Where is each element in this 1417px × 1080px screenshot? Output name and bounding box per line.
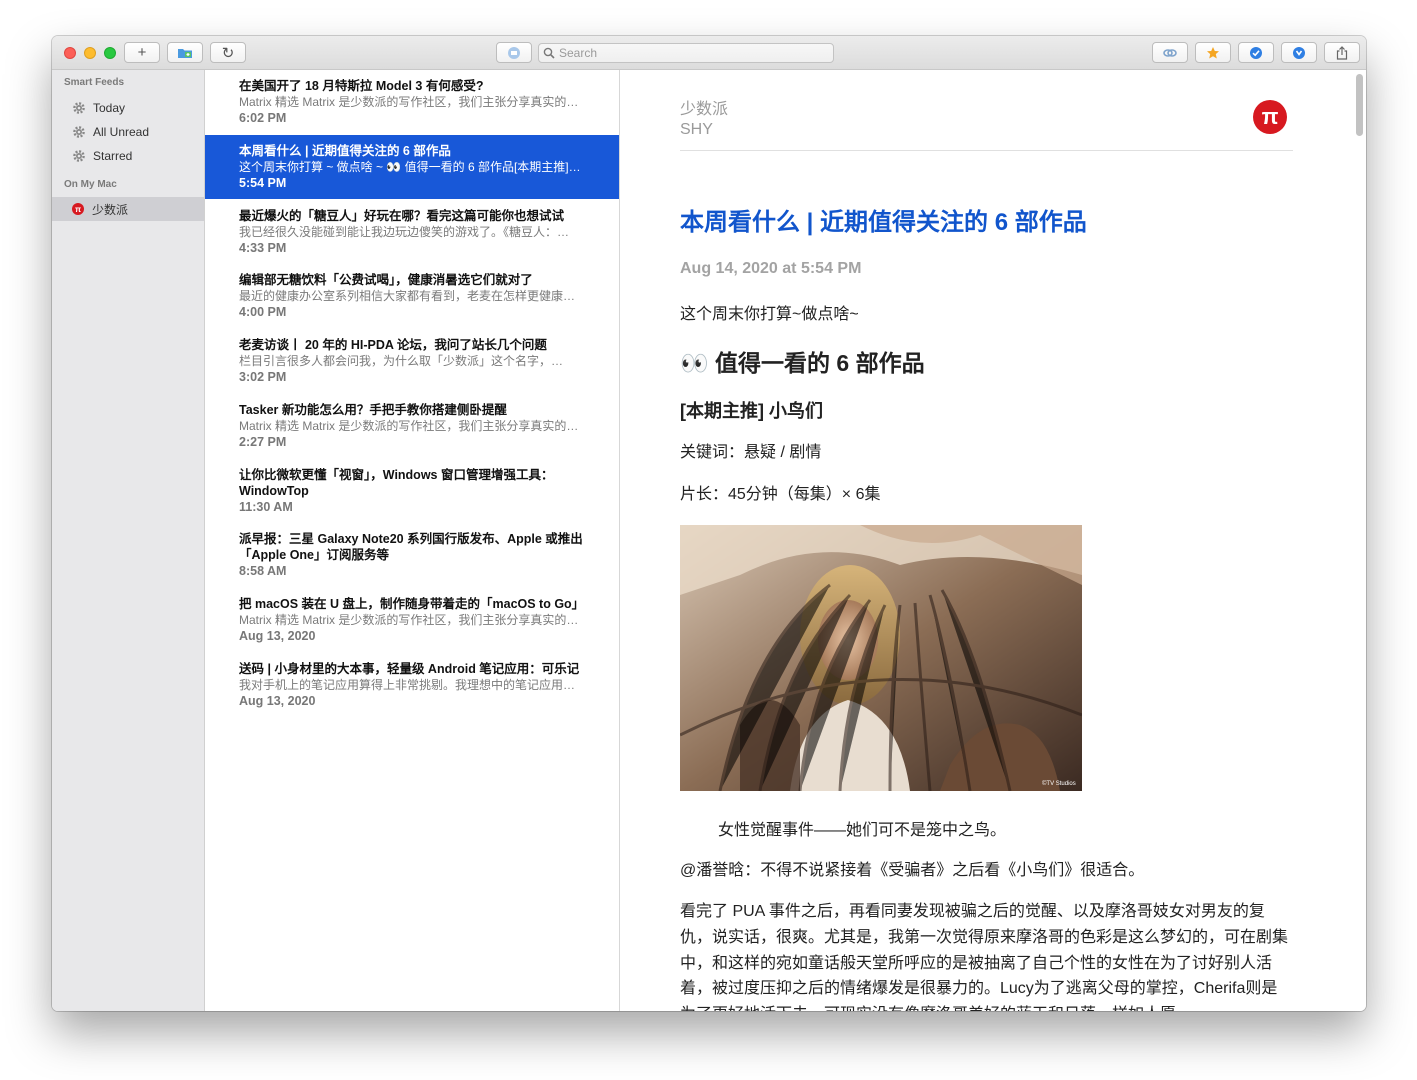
list-item-date: 6:02 PM xyxy=(239,111,287,125)
list-item-summary: 我已经很久没能碰到能让我边玩边傻笑的游戏了。《糖豆人：… xyxy=(239,225,570,239)
article-list: 在美国开了 18 月特斯拉 Model 3 有何感受? Matrix 精选 Ma… xyxy=(205,70,620,1011)
article-body: 看完了 PUA 事件之后，再看同妻发现被骗之后的觉醒、以及摩洛哥妓女对男友的复仇… xyxy=(680,903,1289,1011)
scrollbar[interactable] xyxy=(1356,74,1363,136)
article-feed-name: 少数派 xyxy=(680,101,729,118)
list-item-summary: Matrix 精选 Matrix 是少数派的写作社区，我们主张分享真实的… xyxy=(239,95,579,109)
article-view: 少数派 SHY π 本周看什么 | 近期值得关注的 6 部作品 Aug 14, … xyxy=(620,70,1366,1011)
list-item[interactable]: 让你比微软更懂「视窗」，Windows 窗口管理增强工具：WindowTop 1… xyxy=(205,459,619,523)
sidebar-item-all-unread[interactable]: All Unread xyxy=(52,120,204,144)
list-item[interactable]: 送码 | 小身材里的大本事，轻量级 Android 笔记应用：可乐记 我对手机上… xyxy=(205,653,619,717)
list-item[interactable]: 编辑部无糖饮料「公费试喝」，健康消暑选它们就对了 最近的健康办公室系列相信大家都… xyxy=(205,264,619,328)
list-item-date: 11:30 AM xyxy=(239,500,293,514)
search-field[interactable] xyxy=(538,43,834,63)
list-item[interactable]: 把 macOS 装在 U 盘上，制作随身带着走的「macOS to Go」 Ma… xyxy=(205,588,619,652)
article-date: Aug 14, 2020 at 5:54 PM xyxy=(680,260,862,277)
search-icon xyxy=(543,47,555,59)
list-item-date: 2:27 PM xyxy=(239,435,287,449)
list-item-date: Aug 13, 2020 xyxy=(239,694,316,708)
list-item-date: Aug 13, 2020 xyxy=(239,629,316,643)
refresh-button[interactable]: ↻ xyxy=(210,42,246,63)
feed-logo-icon: π xyxy=(1253,100,1287,134)
list-item[interactable]: 派早报：三星 Galaxy Note20 系列国行版发布、Apple 或推出「A… xyxy=(205,523,619,587)
plus-icon: + xyxy=(137,44,147,61)
refresh-icon: ↻ xyxy=(221,44,235,62)
list-item-title: 在美国开了 18 月特斯拉 Model 3 有何感受? xyxy=(239,79,484,93)
reader-view-button[interactable] xyxy=(496,42,532,63)
zoom-window-button[interactable] xyxy=(104,47,116,59)
minimize-window-button[interactable] xyxy=(84,47,96,59)
image-caption: 女性觉醒事件——她们可不是笼中之鸟。 xyxy=(718,822,1007,839)
divider xyxy=(680,150,1293,151)
list-item-summary: 我对手机上的笔记应用算得上非常挑剔。我理想中的笔记应用… xyxy=(239,678,576,692)
sidebar-item-label: 少数派 xyxy=(92,202,129,217)
list-item-summary: Matrix 精选 Matrix 是少数派的写作社区，我们主张分享真实的… xyxy=(239,613,579,627)
sidebar-item-label: Today xyxy=(93,101,126,115)
list-item-date: 8:58 AM xyxy=(239,564,287,578)
smart-feeds-header: Smart Feeds xyxy=(64,77,125,88)
list-item-date: 4:33 PM xyxy=(239,241,287,255)
sidebar: Smart Feeds Today All Unread Starred On … xyxy=(52,70,205,1011)
list-item-title: 派早报：三星 Galaxy Note20 系列国行版发布、Apple 或推出「A… xyxy=(239,532,583,562)
article-keywords: 关键词：悬疑 / 剧情 xyxy=(680,444,822,461)
article-author: SHY xyxy=(680,121,713,138)
gear-icon xyxy=(73,126,85,138)
search-input[interactable] xyxy=(555,45,809,61)
next-unread-button[interactable] xyxy=(1281,42,1317,63)
new-folder-icon xyxy=(178,48,192,58)
article-intro: 这个周末你打算~做点啥~ xyxy=(680,306,859,323)
on-my-mac-header: On My Mac xyxy=(64,179,117,190)
checkmark-circle-icon xyxy=(1250,46,1262,59)
app-window: + ↻ Search Smart Feeds Today All Unread … xyxy=(52,36,1366,1011)
next-unread-icon xyxy=(1293,46,1305,59)
article-photo: ©TV Studios xyxy=(680,525,1082,791)
list-item-selected[interactable]: 本周看什么 | 近期值得关注的 6 部作品 这个周末你打算 ~ 做点啥 ~ 👀 … xyxy=(205,135,619,199)
image-credit: ©TV Studios xyxy=(1042,780,1076,787)
list-item-summary: Matrix 精选 Matrix 是少数派的写作社区，我们主张分享真实的… xyxy=(239,419,579,433)
reader-view-icon xyxy=(508,46,520,59)
list-item-date: 4:00 PM xyxy=(239,305,287,319)
star-icon xyxy=(1207,46,1219,58)
list-item-date: 3:02 PM xyxy=(239,370,287,384)
new-folder-button[interactable] xyxy=(167,42,203,63)
list-item-title: 最近爆火的「糖豆人」好玩在哪？看完这篇可能你也想试试 xyxy=(239,209,565,223)
list-item-title: 本周看什么 | 近期值得关注的 6 部作品 xyxy=(239,144,451,158)
article-heading: 👀 值得一看的 6 部作品 xyxy=(680,350,925,376)
star-button[interactable] xyxy=(1195,42,1231,63)
sidebar-item-sspai[interactable]: π 少数派 xyxy=(52,197,204,221)
close-window-button[interactable] xyxy=(64,47,76,59)
list-item-summary: 这个周末你打算 ~ 做点啥 ~ 👀 值得一看的 6 部作品[本期主推]… xyxy=(239,160,581,174)
list-item-summary: 最近的健康办公室系列相信大家都有看到，老麦在怎样更健康… xyxy=(239,289,576,303)
list-item-title: 编辑部无糖饮料「公费试喝」，健康消暑选它们就对了 xyxy=(239,273,533,287)
list-item[interactable]: Tasker 新功能怎么用？手把手教你搭建侧卧提醒 Matrix 精选 Matr… xyxy=(205,394,619,458)
article-length: 片长：45分钟（每集）× 6集 xyxy=(680,486,881,503)
article-subheading: [本期主推] 小鸟们 xyxy=(680,401,823,421)
sidebar-item-label: All Unread xyxy=(93,125,150,139)
link-icon xyxy=(1163,48,1177,57)
list-item-title: 老麦访谈丨 20 年的 HI-PDA 论坛，我问了站长几个问题 xyxy=(239,338,547,352)
share-button[interactable] xyxy=(1324,42,1360,63)
list-item-title: 送码 | 小身材里的大本事，轻量级 Android 笔记应用：可乐记 xyxy=(239,662,580,676)
article-image[interactable]: ©TV Studios xyxy=(680,525,1082,791)
list-item-title: Tasker 新功能怎么用？手把手教你搭建侧卧提醒 xyxy=(239,403,507,417)
sidebar-item-label: Starred xyxy=(93,149,133,163)
list-item-title: 让你比微软更懂「视窗」，Windows 窗口管理增强工具：WindowTop xyxy=(239,468,554,498)
toolbar: + ↻ xyxy=(52,36,1366,70)
list-item[interactable]: 老麦访谈丨 20 年的 HI-PDA 论坛，我问了站长几个问题 栏目引言很多人都… xyxy=(205,329,619,393)
list-item-title: 把 macOS 装在 U 盘上，制作随身带着走的「macOS to Go」 xyxy=(239,597,585,611)
mark-read-button[interactable] xyxy=(1238,42,1274,63)
article-quote: @潘誉晗：不得不说紧接着《受骗者》之后看《小鸟们》很适合。 xyxy=(680,862,1145,879)
list-item[interactable]: 最近爆火的「糖豆人」好玩在哪？看完这篇可能你也想试试 我已经很久没能碰到能让我边… xyxy=(205,200,619,264)
open-in-browser-button[interactable] xyxy=(1152,42,1188,63)
list-item-date: 5:54 PM xyxy=(239,176,287,190)
add-feed-button[interactable]: + xyxy=(124,42,160,63)
list-item[interactable]: 在美国开了 18 月特斯拉 Model 3 有何感受? Matrix 精选 Ma… xyxy=(205,70,619,134)
gear-icon xyxy=(73,150,85,162)
share-icon xyxy=(1336,45,1348,60)
list-item-summary: 栏目引言很多人都会问我，为什么取「少数派」这个名字，… xyxy=(239,354,564,368)
sidebar-item-today[interactable]: Today xyxy=(52,96,204,120)
gear-icon xyxy=(73,102,85,114)
sidebar-item-starred[interactable]: Starred xyxy=(52,144,204,168)
feed-logo-icon: π xyxy=(72,203,84,215)
article-title-link[interactable]: 本周看什么 | 近期值得关注的 6 部作品 xyxy=(680,208,1087,238)
